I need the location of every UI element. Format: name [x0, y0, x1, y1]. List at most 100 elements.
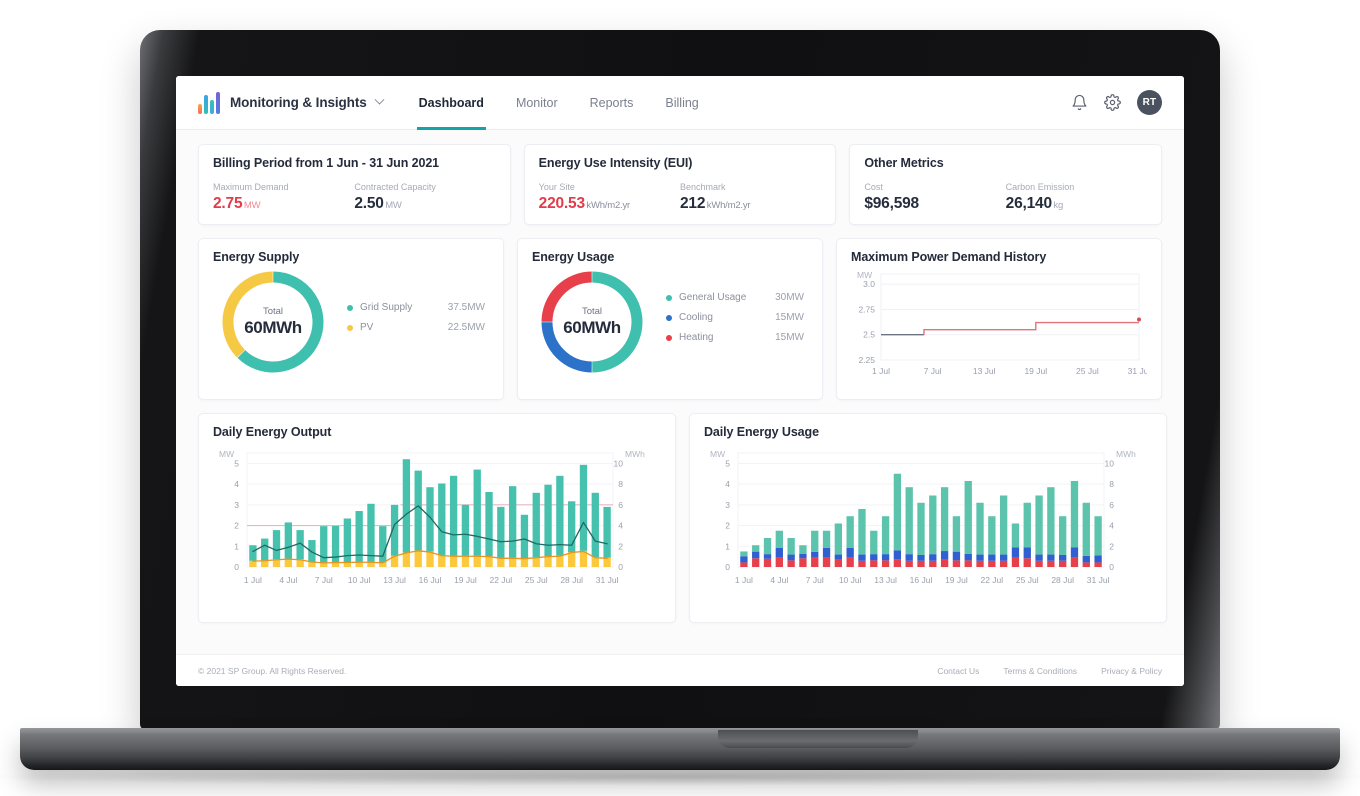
energy-usage-legend: General Usage 30MW Cooling 15MW Heating … [666, 292, 808, 352]
svg-text:4: 4 [234, 479, 239, 489]
metric-number: 220.53 [538, 195, 585, 212]
legend-item: Heating 15MW [666, 332, 804, 343]
metric-label: Benchmark [680, 182, 726, 192]
metric-label: Carbon Emission [1005, 182, 1075, 192]
svg-text:28 Jul: 28 Jul [1051, 575, 1074, 585]
laptop-mockup: Monitoring & Insights Dashboard Monitor … [0, 30, 1360, 786]
metric-number: 26,140 [1005, 195, 1052, 212]
charts-row-1: Energy Supply Total 60MWh Grid Supply 37… [198, 238, 1162, 400]
donut-center-label: Total 60MWh [217, 266, 329, 378]
metric-value: 220.53 kWh/m2.yr [539, 195, 680, 213]
svg-text:0: 0 [725, 562, 730, 572]
legend-value: 37.5MW [447, 302, 485, 313]
svg-text:4 Jul: 4 Jul [770, 575, 788, 585]
metric-value: 2.50 MW [354, 195, 495, 213]
legend-color-dot [666, 314, 672, 321]
footer-link-contact-us[interactable]: Contact Us [937, 666, 979, 676]
svg-text:10: 10 [1105, 458, 1115, 468]
card-max-power-demand-history: Maximum Power Demand History MW 3.0 2.75 2.… [836, 238, 1162, 400]
svg-text:MW: MW [710, 449, 725, 459]
svg-text:16 Jul: 16 Jul [910, 575, 933, 585]
card-energy-supply: Energy Supply Total 60MWh Grid Supply 37… [198, 238, 504, 400]
metric-unit: kWh/m2.yr [706, 200, 751, 211]
footer: © 2021 SP Group. All Rights Reserved. Co… [176, 654, 1184, 686]
energy-supply-legend: Grid Supply 37.5MW PV 22.5MW [347, 302, 489, 342]
notification-bell-icon[interactable] [1071, 94, 1088, 111]
svg-text:10: 10 [614, 458, 624, 468]
legend-item: Cooling 15MW [666, 312, 804, 323]
legend-color-dot [666, 294, 672, 301]
svg-text:25 Jul: 25 Jul [1016, 575, 1039, 585]
metric-number: 2.75 [213, 195, 243, 212]
svg-text:31 Jul: 31 Jul [596, 575, 619, 585]
legend-label: Cooling [679, 312, 713, 323]
svg-text:19 Jul: 19 Jul [945, 575, 968, 585]
card-title: Energy Supply [213, 250, 300, 264]
metric-benchmark: Benchmark 212 kWh/m2.yr [680, 182, 821, 213]
svg-text:2: 2 [234, 521, 239, 531]
svg-text:2.5: 2.5 [863, 330, 875, 340]
card-energy-use-intensity: Energy Use Intensity (EUI) Your Site 220… [523, 144, 837, 225]
metric-your-site: Your Site 220.53 kWh/m2.yr [539, 182, 680, 213]
svg-text:2.25: 2.25 [858, 355, 875, 365]
metric-value: $96,598 [864, 195, 1005, 213]
app-logo-icon [198, 91, 220, 114]
legend-value: 30MW [775, 292, 804, 303]
max-power-demand-chart: MW 3.0 2.75 2.5 2.25 1 Jul 7 Jul 13 Jul 19 Jul 25… [851, 264, 1150, 395]
svg-text:31 Jul: 31 Jul [1087, 575, 1110, 585]
donut-total-value: 60MWh [563, 318, 621, 337]
top-navigation-bar: Monitoring & Insights Dashboard Monitor … [176, 76, 1184, 130]
chevron-down-icon[interactable] [374, 94, 385, 105]
metric-label: Cost [864, 182, 883, 192]
legend-value: 22.5MW [447, 322, 485, 333]
tab-dashboard[interactable]: Dashboard [403, 76, 500, 130]
card-other-metrics: Other Metrics Cost $96,598 Carbon Emissi… [849, 144, 1163, 225]
nav-tabs: Dashboard Monitor Reports Billing [403, 76, 715, 130]
avatar[interactable]: RT [1137, 90, 1162, 115]
metric-unit: kg [1053, 200, 1064, 211]
legend-color-dot [347, 304, 353, 311]
svg-text:19 Jul: 19 Jul [454, 575, 477, 585]
card-daily-energy-output: Daily Energy Output MW MWh 5 10 4 8 3 6 2 4 1 2 0 0 1 … [198, 413, 676, 623]
energy-supply-donut: Total 60MWh [217, 266, 329, 378]
metric-value: 212 kWh/m2.yr [680, 195, 821, 213]
svg-text:25 Jul: 25 Jul [525, 575, 548, 585]
svg-text:13 Jul: 13 Jul [973, 366, 996, 376]
svg-text:6: 6 [1109, 500, 1114, 510]
svg-text:0: 0 [234, 562, 239, 572]
svg-text:7 Jul: 7 Jul [924, 366, 942, 376]
svg-text:MW: MW [219, 449, 234, 459]
laptop-lip-notch [718, 730, 918, 748]
legend-value: 15MW [775, 332, 804, 343]
app-screen: Monitoring & Insights Dashboard Monitor … [176, 76, 1184, 686]
svg-text:6: 6 [618, 500, 623, 510]
svg-text:2: 2 [618, 541, 623, 551]
tab-reports[interactable]: Reports [574, 76, 650, 130]
tab-monitor[interactable]: Monitor [500, 76, 574, 130]
footer-link-terms[interactable]: Terms & Conditions [1003, 666, 1077, 676]
svg-text:22 Jul: 22 Jul [489, 575, 512, 585]
donut-total-label: Total [581, 306, 603, 317]
svg-text:0: 0 [1109, 562, 1114, 572]
legend-item: General Usage 30MW [666, 292, 804, 303]
metric-number: 2.50 [354, 195, 384, 212]
svg-text:2: 2 [1109, 541, 1114, 551]
metric-unit: MW [243, 200, 261, 211]
svg-text:8: 8 [618, 479, 623, 489]
settings-gear-icon[interactable] [1104, 94, 1121, 111]
svg-text:19 Jul: 19 Jul [1024, 366, 1047, 376]
metric-cost: Cost $96,598 [864, 182, 1005, 213]
card-title: Daily Energy Output [213, 425, 332, 439]
svg-text:3: 3 [234, 500, 239, 510]
svg-text:5: 5 [725, 458, 730, 468]
svg-text:4: 4 [725, 479, 730, 489]
footer-link-privacy[interactable]: Privacy & Policy [1101, 666, 1162, 676]
svg-text:3.0: 3.0 [863, 279, 875, 289]
tab-billing[interactable]: Billing [649, 76, 714, 130]
legend-label: General Usage [679, 292, 747, 303]
svg-text:22 Jul: 22 Jul [980, 575, 1003, 585]
card-title: Energy Usage [532, 250, 615, 264]
svg-text:2: 2 [725, 521, 730, 531]
metric-unit: kWh/m2.yr [586, 200, 630, 211]
svg-text:4: 4 [1109, 521, 1114, 531]
